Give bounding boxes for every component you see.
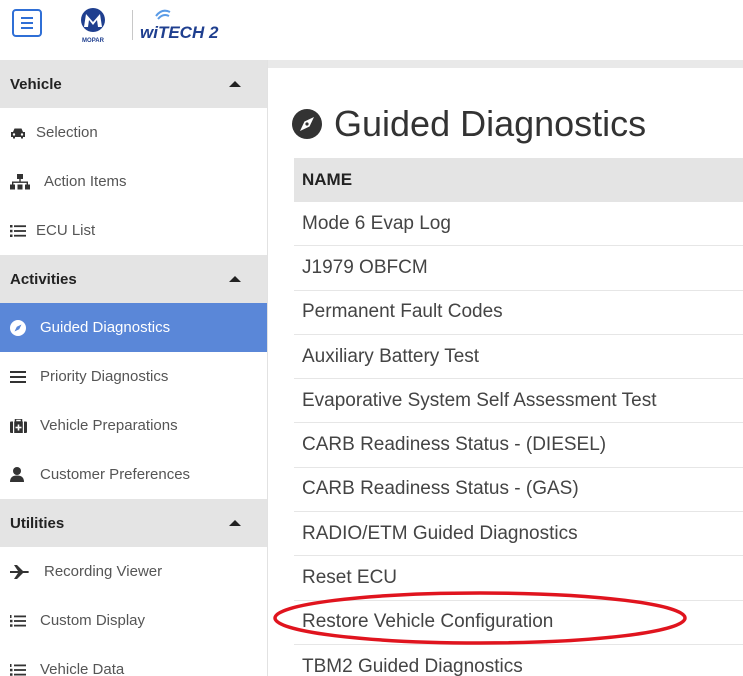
mopar-logo: MOPAR (81, 8, 105, 44)
chevron-up-icon (229, 520, 241, 526)
sidebar-item-guided-diagnostics[interactable]: Guided Diagnostics (0, 303, 267, 352)
medkit-icon (10, 418, 40, 433)
numbered-list-icon (10, 614, 40, 627)
section-label: Utilities (10, 514, 65, 532)
table-row[interactable]: TBM2 Guided Diagnostics (294, 645, 743, 676)
logo-divider (132, 10, 133, 40)
sidebar-item-label: Guided Diagnostics (40, 319, 171, 336)
sidebar-item-label: Custom Display (40, 612, 146, 629)
table-header-name[interactable]: NAME (294, 158, 743, 202)
page-title: Guided Diagnostics (292, 103, 646, 145)
sidebar-item-label: Vehicle Preparations (40, 417, 178, 434)
user-icon (10, 467, 40, 482)
table-row[interactable]: Mode 6 Evap Log (294, 202, 743, 247)
chevron-up-icon (229, 276, 241, 282)
sitemap-icon (10, 173, 44, 190)
section-label: Vehicle (10, 75, 62, 93)
hamburger-menu-button[interactable] (12, 9, 42, 37)
sidebar-item-vehicle-preparations[interactable]: Vehicle Preparations (0, 401, 267, 450)
sidebar-item-label: Customer Preferences (40, 466, 191, 483)
compass-icon (10, 319, 40, 336)
sidebar-item-label: ECU List (36, 222, 96, 239)
section-header-utilities[interactable]: Utilities (0, 499, 267, 547)
content-top-divider (268, 60, 743, 68)
compass-icon (292, 109, 322, 139)
sidebar-item-vehicle-data[interactable]: Vehicle Data (0, 645, 267, 676)
car-icon (10, 127, 36, 139)
table-row[interactable]: J1979 OBFCM (294, 246, 743, 291)
numbered-list-icon (10, 663, 40, 676)
sidebar-item-customer-preferences[interactable]: Customer Preferences (0, 450, 267, 499)
table-row[interactable]: CARB Readiness Status - (GAS) (294, 468, 743, 513)
sidebar-item-label: Priority Diagnostics (40, 368, 169, 385)
top-bar: MOPAR wiTECH 2 (0, 0, 743, 58)
plane-icon (10, 564, 44, 579)
section-header-vehicle[interactable]: Vehicle (0, 60, 267, 108)
table-row[interactable]: Evaporative System Self Assessment Test (294, 379, 743, 424)
bars-icon (10, 370, 40, 383)
table-row[interactable]: RADIO/ETM Guided Diagnostics (294, 512, 743, 557)
sidebar-item-ecu-list[interactable]: ECU List (0, 206, 267, 255)
sidebar: Vehicle Selection Action Items ECU List … (0, 60, 268, 676)
main-content: Guided Diagnostics NAME Mode 6 Evap Log … (268, 68, 743, 676)
section-label: Activities (10, 270, 77, 288)
sidebar-item-label: Action Items (44, 173, 127, 190)
mopar-wordmark: MOPAR (82, 38, 105, 44)
table-row[interactable]: Auxiliary Battery Test (294, 335, 743, 380)
list-icon (10, 224, 36, 237)
table-row[interactable]: CARB Readiness Status - (DIESEL) (294, 423, 743, 468)
hamburger-icon (21, 17, 33, 19)
witech-logo: wiTECH 2 (140, 9, 219, 42)
chevron-up-icon (229, 81, 241, 87)
sidebar-item-custom-display[interactable]: Custom Display (0, 596, 267, 645)
sidebar-item-selection[interactable]: Selection (0, 108, 267, 157)
sidebar-item-label: Vehicle Data (40, 661, 125, 676)
table-row-restore-vehicle-configuration[interactable]: Restore Vehicle Configuration (294, 601, 743, 645)
witech-wordmark: wiTECH 2 (140, 23, 219, 42)
sidebar-item-action-items[interactable]: Action Items (0, 157, 267, 206)
page-title-text: Guided Diagnostics (334, 103, 647, 144)
sidebar-item-label: Recording Viewer (44, 563, 163, 580)
sidebar-item-label: Selection (36, 124, 98, 141)
table-row[interactable]: Reset ECU (294, 556, 743, 601)
table-row[interactable]: Permanent Fault Codes (294, 291, 743, 335)
sidebar-item-recording-viewer[interactable]: Recording Viewer (0, 547, 267, 596)
diagnostics-table: NAME Mode 6 Evap Log J1979 OBFCM Permane… (294, 158, 743, 676)
sidebar-item-priority-diagnostics[interactable]: Priority Diagnostics (0, 352, 267, 401)
section-header-activities[interactable]: Activities (0, 255, 267, 303)
